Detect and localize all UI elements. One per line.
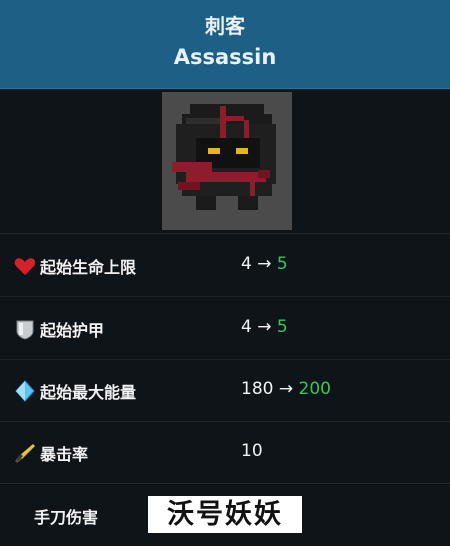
stat-label: 起始最大能量	[40, 383, 137, 402]
stat-value: 10	[241, 441, 263, 461]
character-name-zh: 刺客	[205, 14, 245, 38]
stat-label: 起始护甲	[40, 321, 105, 340]
stat-row-max-health: 起始生命上限 4 → 5	[0, 234, 450, 297]
stat-row-crit-rate: 暴击率 10	[0, 421, 450, 484]
energy-crystal-icon	[13, 379, 37, 403]
portrait-section	[0, 88, 450, 234]
card-header: 刺客 Assassin	[0, 0, 450, 89]
stat-upgraded-value: 200	[298, 379, 331, 399]
stat-label: 起始生命上限	[40, 258, 137, 277]
heart-icon	[13, 254, 37, 278]
stat-base-value: 180	[241, 379, 274, 399]
arrow-icon: →	[257, 317, 272, 337]
stat-row-max-energy: 起始最大能量 180 → 200	[0, 359, 450, 422]
assassin-sprite-icon	[172, 104, 276, 210]
stat-value: 180 → 200	[241, 379, 331, 399]
arrow-icon: →	[257, 254, 272, 274]
stat-value: 4 → 5	[241, 254, 288, 274]
watermark: 沃号妖妖	[148, 496, 302, 533]
character-card: 刺客 Assassin 起始生命上限 4 → 5 起始护甲 4 → 5 起始最大…	[0, 0, 450, 537]
stat-label: 手刀伤害	[34, 508, 99, 527]
arrow-icon: →	[278, 379, 294, 399]
crit-sword-icon	[13, 441, 37, 465]
character-portrait	[162, 92, 292, 230]
stat-base-value: 4	[241, 254, 252, 274]
stat-base-value: 4	[241, 317, 252, 337]
stat-upgraded-value: 5	[276, 254, 288, 274]
stat-value: 4 → 5	[241, 317, 288, 337]
shield-icon	[13, 317, 37, 341]
stat-label: 暴击率	[40, 445, 89, 464]
stat-row-armor: 起始护甲 4 → 5	[0, 297, 450, 360]
stat-base-value: 10	[241, 441, 263, 461]
character-name-en: Assassin	[173, 45, 277, 69]
stat-upgraded-value: 5	[276, 317, 288, 337]
